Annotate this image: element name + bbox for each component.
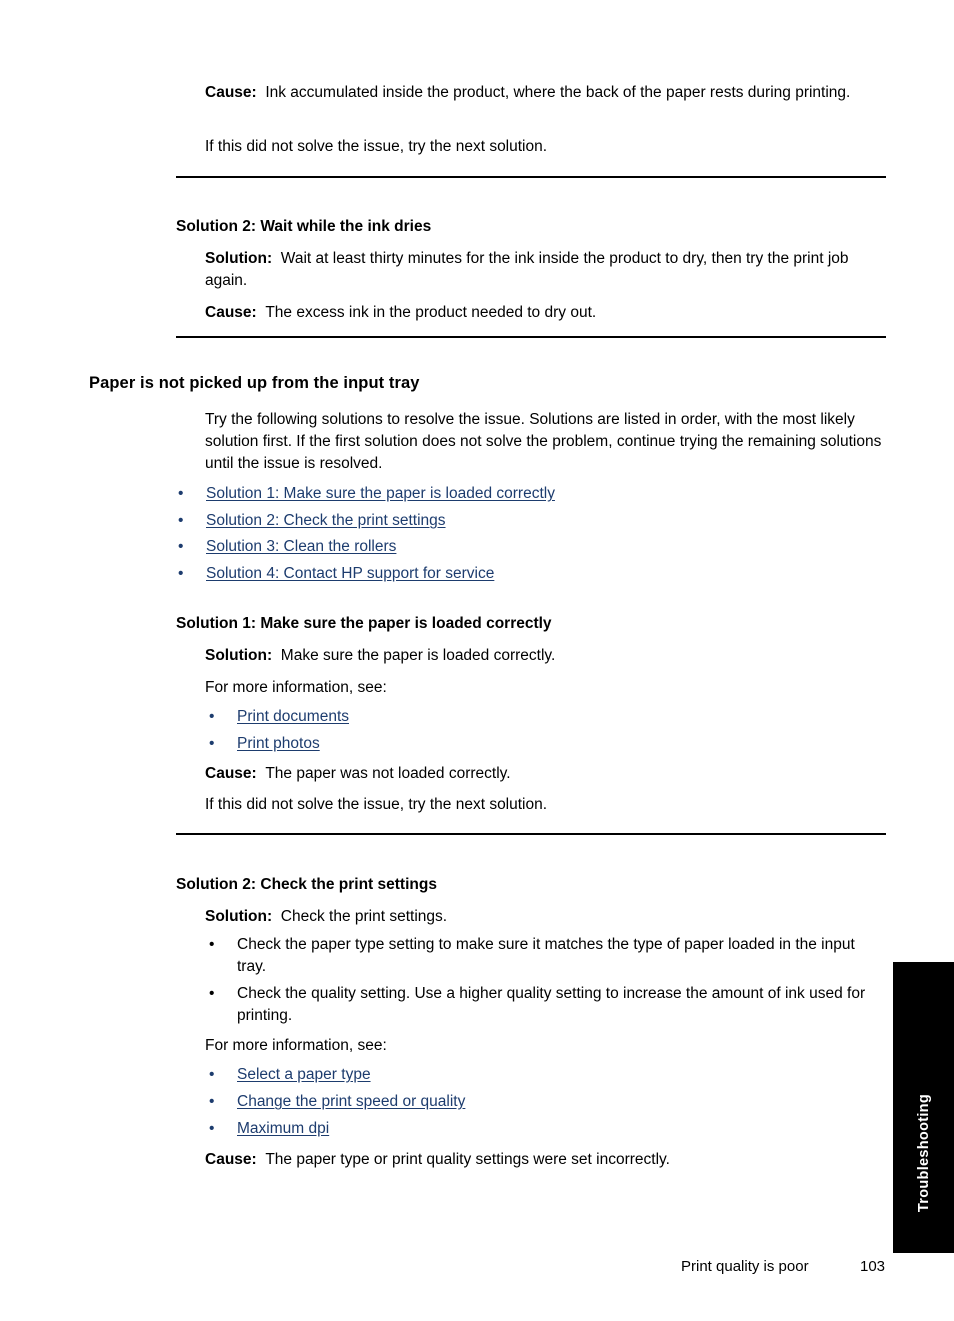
solution-text: Make sure the paper is loaded correctly. [280,647,556,664]
bullet-text: Check the quality setting. Use a higher … [237,985,866,1024]
solution-1-cause: Cause: The paper was not loaded correctl… [205,763,886,785]
solution-2-print-settings-cause: Cause: The paper type or print quality s… [205,1149,886,1171]
heading-solution-2-print-settings: Solution 2: Check the print settings [176,876,437,893]
link-print-photos[interactable]: Print photos [237,735,320,752]
list-item: • Check the quality setting. Use a highe… [209,983,887,1027]
link-solution-2[interactable]: Solution 2: Check the print settings [206,512,446,529]
bullet-icon: • [178,565,184,582]
bullet-icon: • [178,538,184,555]
solution-2-ink-dries-cause: Cause: The excess ink in the product nee… [205,302,886,324]
link-change-print-speed-or-quality[interactable]: Change the print speed or quality [237,1093,465,1110]
chapter-thumb-tab-label: Troubleshooting [915,1093,932,1213]
link-solution-3[interactable]: Solution 3: Clean the rollers [206,538,396,555]
solution-label: Solution: [205,908,273,925]
list-item[interactable]: • Print documents [209,706,879,728]
bullet-text: Check the paper type setting to make sur… [237,936,855,975]
solution-2-print-settings-solution: Solution: Check the print settings. [205,906,886,928]
solution-1-solution: Solution: Make sure the paper is loaded … [205,645,886,667]
link-solution-1[interactable]: Solution 1: Make sure the paper is loade… [206,485,555,502]
section-divider [176,176,886,178]
chapter-thumb-tab: Troubleshooting [893,962,954,1253]
bullet-icon: • [209,985,215,1002]
list-item[interactable]: • Solution 2: Check the print settings [178,510,878,532]
solution-text: Wait at least thirty minutes for the ink… [205,250,849,289]
link-maximum-dpi[interactable]: Maximum dpi [237,1120,329,1137]
cause-text: The paper was not loaded correctly. [265,765,511,782]
section-divider [176,833,886,835]
document-page: Cause: Ink accumulated inside the produc… [0,0,954,1321]
bullet-icon: • [209,1093,215,1110]
link-select-a-paper-type[interactable]: Select a paper type [237,1066,371,1083]
list-item[interactable]: • Maximum dpi [209,1118,879,1140]
footer-section-title: Print quality is poor [681,1258,809,1275]
bullet-icon: • [209,708,215,725]
list-item[interactable]: • Change the print speed or quality [209,1091,879,1113]
solution-1-more-info: For more information, see: [205,679,387,696]
cause-label: Cause: [205,304,257,321]
cause-label: Cause: [205,84,257,101]
solution-2-ink-dries-solution: Solution: Wait at least thirty minutes f… [205,248,886,292]
heading-solution-1-paper-loaded: Solution 1: Make sure the paper is loade… [176,615,552,632]
cause-text: Ink accumulated inside the product, wher… [265,84,851,101]
solution-2-print-settings-more-info: For more information, see: [205,1037,387,1054]
bullet-icon: • [209,1066,215,1083]
link-solution-4[interactable]: Solution 4: Contact HP support for servi… [206,565,494,582]
solution-label: Solution: [205,250,273,267]
next-solution-note-1: If this did not solve the issue, try the… [205,138,548,155]
bullet-icon: • [209,735,215,752]
cause-paragraph: Cause: Ink accumulated inside the produc… [205,82,886,104]
bullet-icon: • [178,512,184,529]
list-item: • Check the paper type setting to make s… [209,934,887,978]
list-item[interactable]: • Select a paper type [209,1064,879,1086]
page-title: Paper is not picked up from the input tr… [89,374,420,392]
heading-solution-2-ink-dries: Solution 2: Wait while the ink dries [176,218,432,235]
cause-text: The paper type or print quality settings… [265,1151,670,1168]
list-item[interactable]: • Solution 4: Contact HP support for ser… [178,563,878,585]
cause-label: Cause: [205,765,257,782]
list-item[interactable]: • Solution 3: Clean the rollers [178,536,878,558]
paper-not-picked-intro: Try the following solutions to resolve t… [205,411,882,472]
next-solution-note-2: If this did not solve the issue, try the… [205,796,548,813]
list-item[interactable]: • Solution 1: Make sure the paper is loa… [178,483,878,505]
section-divider [176,336,886,338]
bullet-icon: • [209,1120,215,1137]
bullet-icon: • [178,485,184,502]
cause-text: The excess ink in the product needed to … [265,304,597,321]
link-print-documents[interactable]: Print documents [237,708,349,725]
chapter-thumb-tab-rotated: Troubleshooting [893,1063,954,1243]
footer-page-number: 103 [860,1258,886,1275]
bullet-icon: • [209,936,215,953]
solution-label: Solution: [205,647,273,664]
solution-text: Check the print settings. [280,908,448,925]
cause-label: Cause: [205,1151,257,1168]
list-item[interactable]: • Print photos [209,733,879,755]
